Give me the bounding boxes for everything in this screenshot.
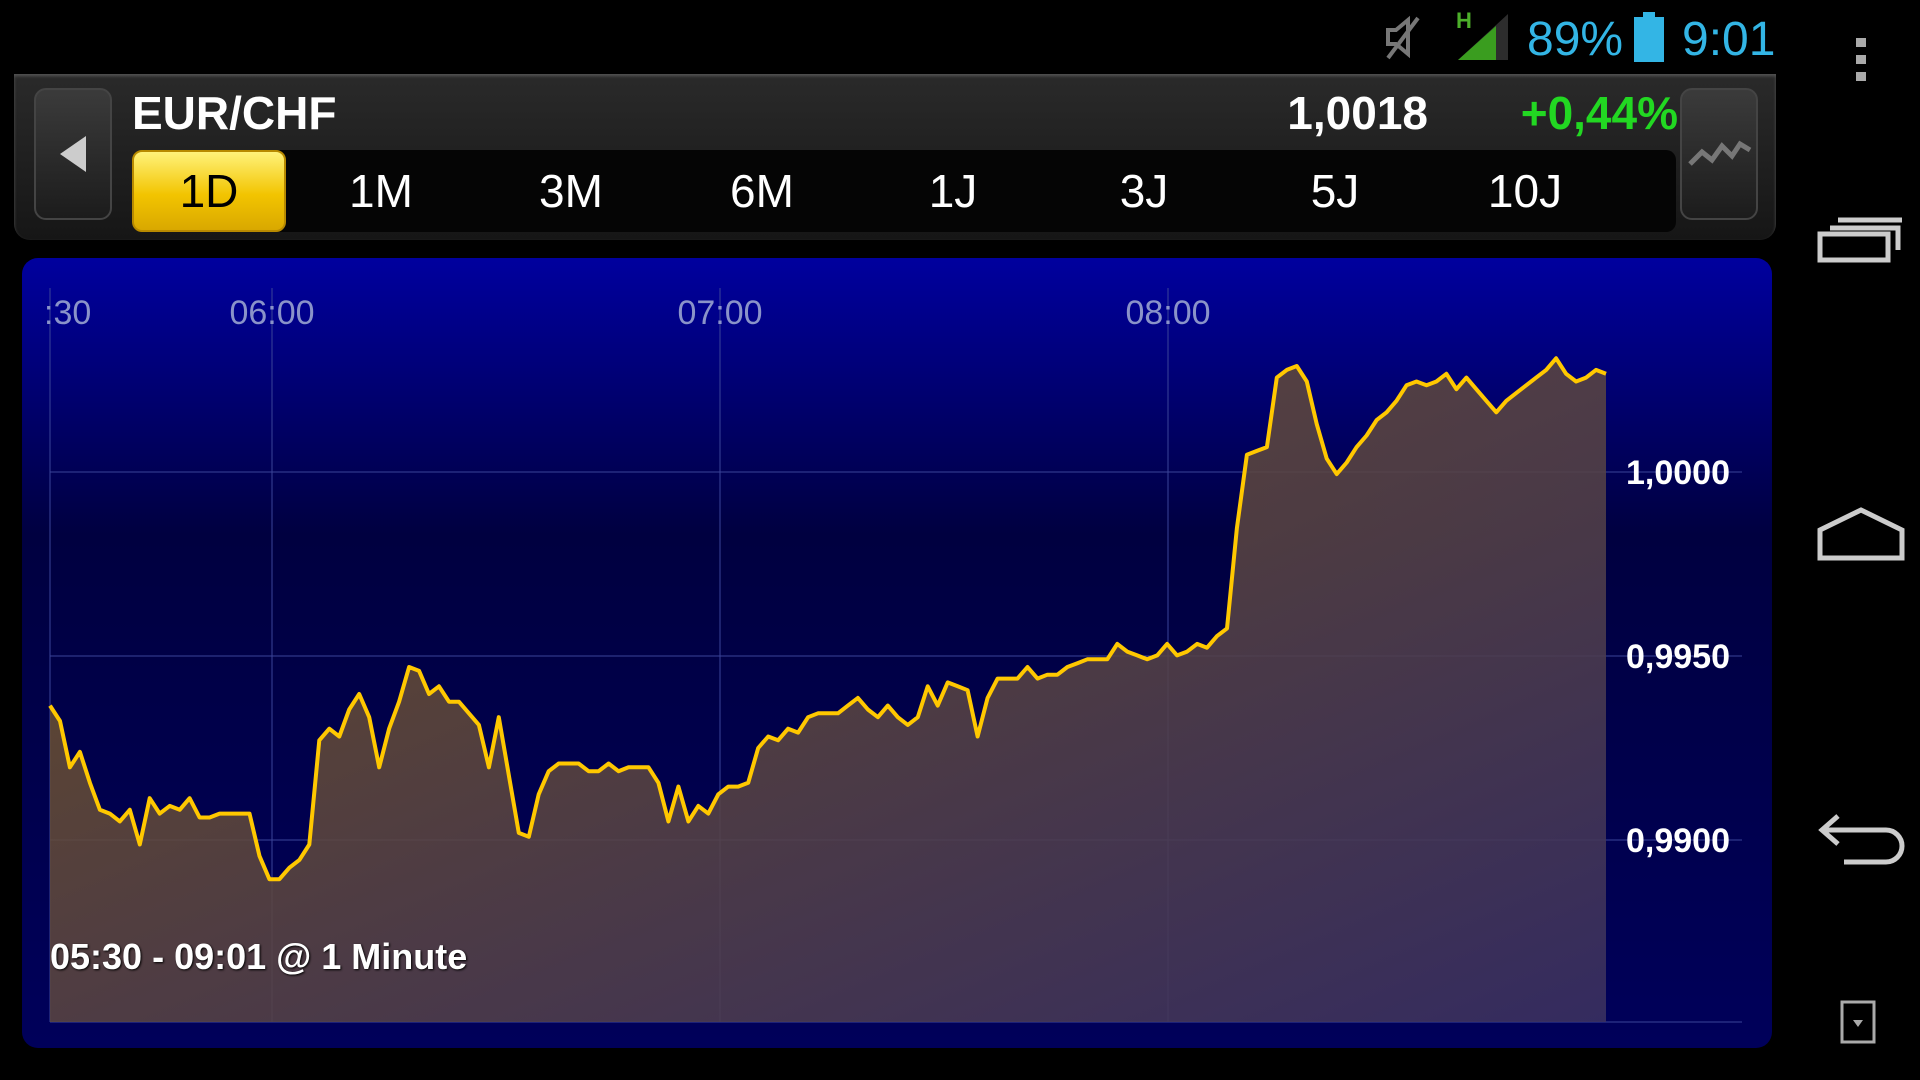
recent-apps-icon[interactable] <box>1816 214 1904 264</box>
navigation-bar <box>1778 0 1920 1080</box>
chart-range-caption: 05:30 - 09:01 @ 1 Minute <box>50 936 468 977</box>
home-icon[interactable] <box>1816 506 1906 562</box>
y-tick-label: 0,9950 <box>1626 638 1730 676</box>
chart-area-fill <box>50 358 1606 1022</box>
change-percent: +0,44% <box>1520 87 1678 139</box>
header-panel: EUR/CHF 1,0018 +0,44% 1D 1M 3M 6M 1J 3J … <box>14 74 1776 240</box>
tab-3m[interactable]: 3M <box>476 150 666 232</box>
chart-panel[interactable]: :30 06:00 07:00 08:00 1,0000 0,9950 0,99… <box>22 258 1772 1048</box>
tab-5j[interactable]: 5J <box>1240 150 1430 232</box>
x-tick-label: 08:00 <box>1125 294 1210 332</box>
menu-icon[interactable] <box>1840 1000 1876 1044</box>
status-bar: H 89% 9:01 <box>0 0 1778 74</box>
price-value: 1,0018 <box>1287 87 1428 139</box>
back-nav-icon[interactable] <box>1816 810 1908 866</box>
currency-pair-title: EUR/CHF <box>132 87 337 139</box>
mute-icon <box>1386 15 1420 60</box>
price-chart[interactable]: :30 06:00 07:00 08:00 1,0000 0,9950 0,99… <box>22 258 1772 1048</box>
tab-3j[interactable]: 3J <box>1048 150 1240 232</box>
x-tick-label: :30 <box>44 294 91 332</box>
y-tick-label: 1,0000 <box>1626 454 1730 492</box>
y-tick-label: 0,9900 <box>1626 822 1730 860</box>
line-chart-icon <box>1688 140 1752 166</box>
overflow-menu-icon[interactable] <box>1854 38 1868 82</box>
signal-icon <box>1458 14 1508 60</box>
x-tick-label: 06:00 <box>229 294 314 332</box>
tab-1d[interactable]: 1D <box>132 150 286 232</box>
tab-10j[interactable]: 10J <box>1430 150 1620 232</box>
tab-1j[interactable]: 1J <box>858 150 1048 232</box>
time-range-tabs: 1D 1M 3M 6M 1J 3J 5J 10J <box>132 150 1676 232</box>
chart-type-button[interactable] <box>1680 88 1758 220</box>
tab-6m[interactable]: 6M <box>666 150 858 232</box>
arrow-left-icon <box>60 136 86 172</box>
battery-percent: 89% <box>1527 13 1624 66</box>
tab-1m[interactable]: 1M <box>286 150 476 232</box>
back-button[interactable] <box>34 88 112 220</box>
x-tick-label: 07:00 <box>677 294 762 332</box>
clock: 9:01 <box>1682 13 1776 66</box>
battery-icon <box>1634 12 1664 62</box>
